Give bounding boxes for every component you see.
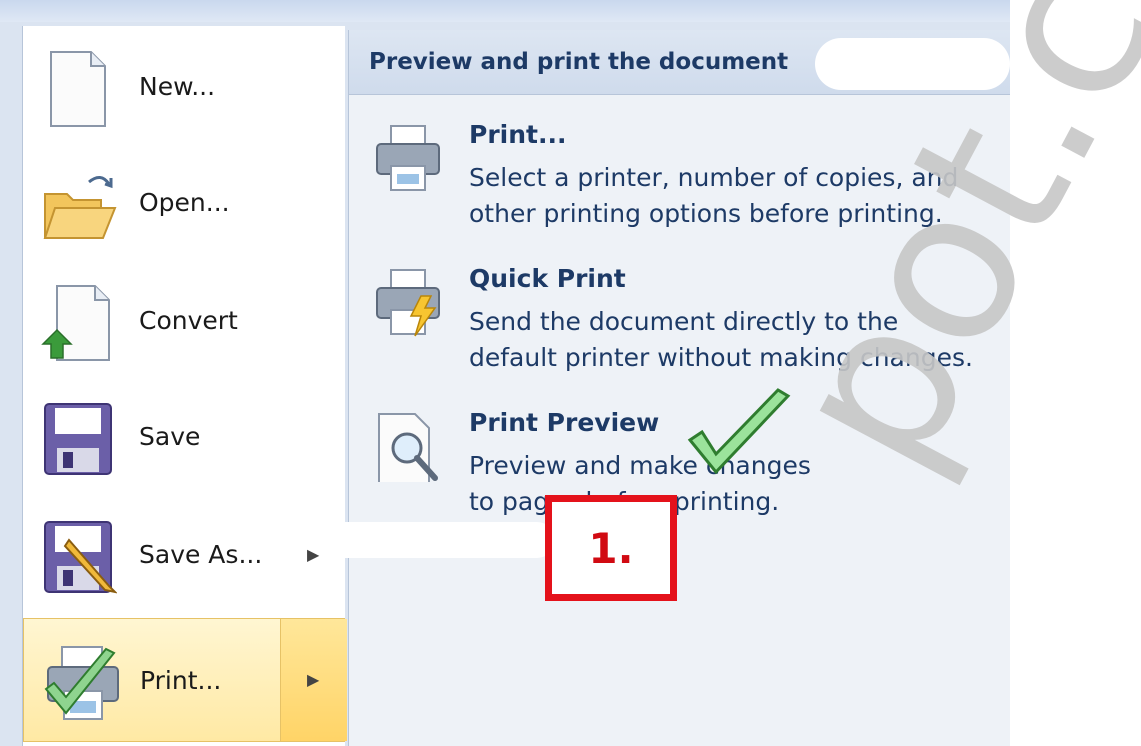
option-print[interactable]: Print... Select a printer, number of cop… [349,116,1011,246]
printer-icon [44,646,119,720]
submenu-arrow-icon: ▶ [307,545,320,564]
menu-item-convert[interactable]: Convert [23,266,345,376]
save-as-icon [44,521,117,594]
menu-item-save-as[interactable]: Save As... ▶ [23,500,345,610]
new-document-icon [50,51,106,127]
print-submenu-button[interactable]: ▶ [280,619,347,741]
open-folder-icon [43,176,117,239]
option-description: Preview and make changes to pages before… [469,451,811,516]
quick-print-icon [376,269,440,337]
option-name: Print Preview [469,408,660,437]
menu-item-label: Save As... [139,540,263,569]
convert-icon [41,285,110,361]
menu-item-print[interactable]: ▶ Print... [23,618,347,742]
option-print-preview[interactable]: Print Preview Preview and make changes t… [349,404,1011,534]
menu-item-label: Convert [139,306,238,335]
menu-top-bar [0,0,1010,22]
panel-title: Preview and print the document [369,49,789,75]
submenu-arrow-icon: ▶ [307,670,320,689]
office-menu: New... Open... Convert Save Save As... ▶… [0,0,1011,746]
save-floppy-icon [44,403,112,475]
menu-item-label: Open... [139,188,230,217]
panel-header: Preview and print the document [349,30,1011,95]
print-preview-icon [378,413,438,482]
printer-icon [376,125,440,191]
option-name: Quick Print [469,264,626,293]
file-commands-list: New... Open... Convert Save Save As... ▶… [22,26,347,746]
option-quick-print[interactable]: Quick Print Send the document directly t… [349,260,1011,390]
menu-item-label: New... [139,72,216,101]
print-options-panel: Preview and print the document Print... … [348,30,1011,746]
option-name: Print... [469,120,567,149]
menu-item-label: Save [139,422,201,451]
menu-item-save[interactable]: Save [23,382,345,492]
option-description: Select a printer, number of copies, and … [469,163,959,228]
menu-item-open[interactable]: Open... [23,148,345,258]
menu-item-label: Print... [140,666,222,695]
cropped-area [1010,0,1141,746]
option-description: Send the document directly to the defaul… [469,307,973,372]
menu-item-new[interactable]: New... [23,32,345,142]
